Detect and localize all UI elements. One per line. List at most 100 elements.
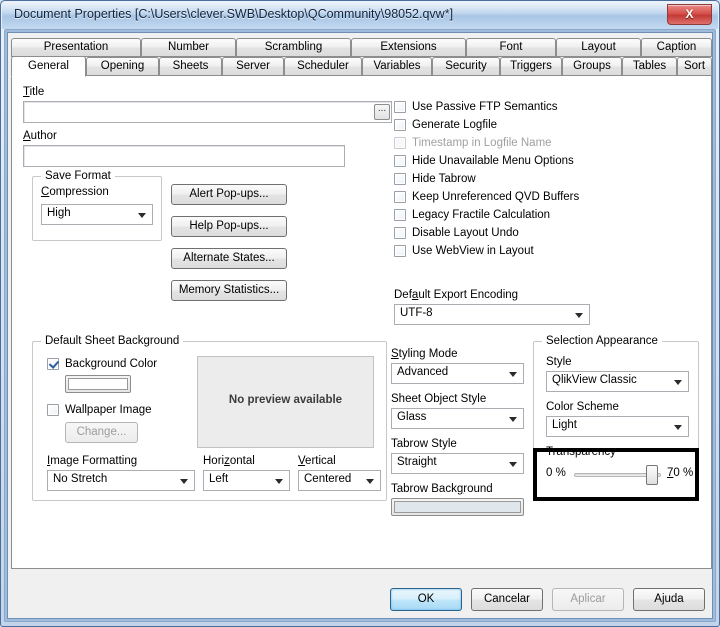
checkbox-background-color[interactable]: Background Color: [47, 356, 197, 373]
chevron-down-icon: [509, 371, 517, 377]
tab-strip: Presentation Number Scrambling Extension…: [11, 38, 712, 77]
checkbox-icon: [47, 404, 59, 416]
tab-scrambling[interactable]: Scrambling: [236, 38, 351, 57]
tab-sheets[interactable]: Sheets: [159, 57, 222, 76]
chevron-down-icon: [575, 312, 583, 318]
tabrow-background-label: Tabrow Background: [391, 483, 493, 495]
tab-scheduler[interactable]: Scheduler: [284, 57, 362, 76]
checkbox-disable-layout-undo[interactable]: Disable Layout Undo: [394, 225, 644, 242]
tab-font[interactable]: Font: [466, 38, 556, 57]
tab-row-lower: General Opening Sheets Server Scheduler …: [11, 56, 712, 77]
chevron-down-icon: [509, 416, 517, 422]
vertical-value: Centered: [304, 473, 352, 485]
tab-extensions[interactable]: Extensions: [351, 38, 466, 57]
horizontal-combo[interactable]: Left: [203, 470, 290, 491]
help-popups-button[interactable]: Help Pop-ups...: [171, 216, 287, 237]
tab-triggers[interactable]: Triggers: [500, 57, 562, 76]
sheet-object-style-combo[interactable]: Glass: [391, 408, 524, 429]
tabrow-background-swatch[interactable]: [391, 498, 524, 516]
chevron-down-icon: [275, 478, 283, 484]
tab-layout[interactable]: Layout: [556, 38, 641, 57]
cancel-button[interactable]: Cancelar: [471, 588, 543, 611]
checkbox-icon: [394, 209, 406, 221]
checkbox-legacy-fractile-calculation[interactable]: Legacy Fractile Calculation: [394, 207, 644, 224]
selection-style-label: Style: [546, 356, 572, 368]
chevron-down-icon: [509, 461, 517, 467]
save-format-group: Save Format Compression High: [32, 170, 162, 241]
checkbox-icon: [394, 191, 406, 203]
compression-combo[interactable]: High: [41, 204, 153, 225]
save-format-title: Save Format: [41, 170, 115, 182]
transparency-slider-thumb[interactable]: [646, 465, 658, 485]
checkbox-label: Hide Unavailable Menu Options: [412, 155, 574, 167]
checkbox-icon: [394, 101, 406, 113]
tab-caption[interactable]: Caption: [641, 38, 712, 57]
export-encoding-value: UTF-8: [400, 307, 433, 319]
general-tab-panel: Title ... Author Save Format Compression…: [11, 76, 712, 569]
tab-security[interactable]: Security: [432, 57, 500, 76]
image-formatting-value: No Stretch: [53, 473, 108, 485]
tab-groups[interactable]: Groups: [562, 57, 622, 76]
title-bar: Document Properties [C:\Users\clever.SWB…: [2, 2, 718, 29]
change-wallpaper-button: Change...: [65, 422, 138, 443]
styling-mode-combo[interactable]: Advanced: [391, 363, 524, 384]
styling-mode-label: Styling Mode: [391, 348, 458, 360]
chevron-down-icon: [180, 478, 188, 484]
tab-presentation[interactable]: Presentation: [11, 38, 141, 57]
checkbox-icon: [394, 227, 406, 239]
tabrow-style-combo[interactable]: Straight: [391, 453, 524, 474]
tab-server[interactable]: Server: [222, 57, 284, 76]
help-button[interactable]: Ajuda: [633, 588, 705, 611]
checkbox-icon: [47, 358, 59, 370]
checkbox-icon: [394, 137, 406, 149]
chevron-down-icon: [366, 478, 374, 484]
apply-button: Aplicar: [552, 588, 624, 611]
close-icon[interactable]: X: [667, 4, 712, 25]
vertical-label: Vertical: [298, 455, 336, 467]
tab-number[interactable]: Number: [141, 38, 236, 57]
horizontal-value: Left: [209, 473, 229, 485]
checkbox-use-webview-in-layout[interactable]: Use WebView in Layout: [394, 243, 644, 260]
selection-style-combo[interactable]: QlikView Classic: [546, 371, 689, 392]
tab-tables[interactable]: Tables: [622, 57, 677, 76]
author-label: Author: [23, 130, 57, 142]
export-encoding-label: Default Export Encoding: [394, 289, 519, 301]
tabrow-style-label: Tabrow Style: [391, 438, 457, 450]
checkbox-use-passive-ftp-semantics[interactable]: Use Passive FTP Semantics: [394, 99, 644, 116]
checkbox-label: Use WebView in Layout: [412, 245, 534, 257]
selection-appearance-group: Selection Appearance Style QlikView Clas…: [533, 335, 699, 501]
vertical-combo[interactable]: Centered: [298, 470, 381, 491]
image-formatting-combo[interactable]: No Stretch: [47, 470, 195, 491]
checkbox-label: Keep Unreferenced QVD Buffers: [412, 191, 580, 203]
checkbox-label: Use Passive FTP Semantics: [412, 101, 558, 113]
checkbox-hide-tabrow[interactable]: Hide Tabrow: [394, 171, 644, 188]
color-scheme-value: Light: [552, 419, 577, 431]
color-scheme-combo[interactable]: Light: [546, 416, 689, 437]
checkbox-wallpaper-image[interactable]: Wallpaper Image: [47, 402, 197, 419]
image-formatting-label: Image Formatting: [47, 455, 138, 467]
tab-sort[interactable]: Sort: [677, 57, 712, 76]
window-title: Document Properties [C:\Users\clever.SWB…: [14, 7, 454, 21]
tab-variables[interactable]: Variables: [362, 57, 432, 76]
background-color-swatch[interactable]: [65, 375, 131, 393]
ok-button[interactable]: OK: [390, 588, 462, 611]
checkbox-generate-logfile[interactable]: Generate Logfile: [394, 117, 644, 134]
export-encoding-combo[interactable]: UTF-8: [394, 304, 590, 325]
checkbox-keep-unreferenced-qvd-buffers[interactable]: Keep Unreferenced QVD Buffers: [394, 189, 644, 206]
transparency-label: Transparency: [546, 446, 616, 458]
styling-mode-value: Advanced: [397, 366, 449, 378]
title-browse-button[interactable]: ...: [374, 104, 390, 120]
alert-popups-button[interactable]: Alert Pop-ups...: [171, 184, 287, 205]
checkbox-icon: [394, 119, 406, 131]
author-input[interactable]: [23, 145, 345, 167]
checkbox-label: Legacy Fractile Calculation: [412, 209, 551, 221]
checkbox-hide-unavailable-menu-options[interactable]: Hide Unavailable Menu Options: [394, 153, 644, 170]
tab-opening[interactable]: Opening: [86, 57, 159, 76]
dialog-button-bar: OK Cancelar Aplicar Ajuda: [11, 579, 712, 613]
title-input[interactable]: [23, 101, 392, 123]
compression-label: Compression: [41, 186, 109, 198]
alternate-states-button[interactable]: Alternate States...: [171, 248, 287, 269]
memory-statistics-button[interactable]: Memory Statistics...: [171, 280, 287, 301]
sheet-object-style-label: Sheet Object Style: [391, 393, 487, 405]
tab-general[interactable]: General: [11, 56, 86, 77]
